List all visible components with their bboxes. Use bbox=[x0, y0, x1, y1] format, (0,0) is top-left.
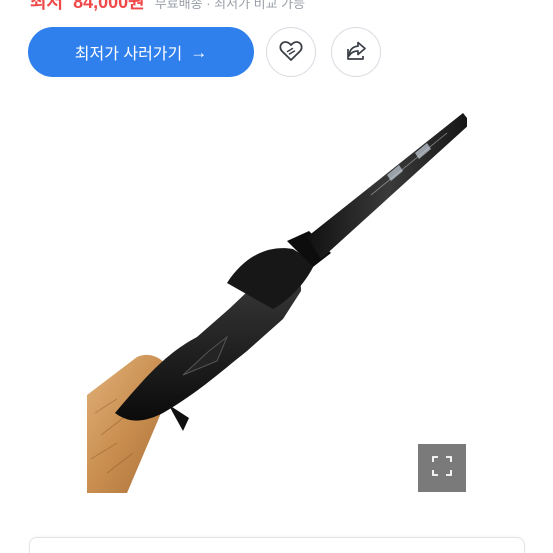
wishlist-button[interactable] bbox=[266, 27, 316, 77]
info-card bbox=[29, 537, 525, 553]
price-label: 최저 bbox=[30, 0, 64, 12]
buy-lowest-price-button[interactable]: 최저가 사러가기 → bbox=[28, 27, 254, 77]
price-value: 84,000원 bbox=[73, 0, 145, 12]
share-icon bbox=[344, 39, 368, 66]
price-note: 무료배송 · 최저가 비교 가능 bbox=[154, 0, 306, 11]
product-detail-page: 최저 84,000원 무료배송 · 최저가 비교 가능 최저가 사러가기 → bbox=[0, 0, 553, 553]
price-row: 최저 84,000원 무료배송 · 최저가 비교 가능 bbox=[30, 0, 305, 12]
share-button[interactable] bbox=[331, 27, 381, 77]
fishing-rod-illustration bbox=[87, 113, 467, 493]
arrow-right-icon: → bbox=[190, 42, 208, 62]
heart-icon bbox=[278, 39, 304, 66]
expand-image-button[interactable] bbox=[418, 444, 466, 492]
buy-lowest-price-label: 최저가 사러가기 bbox=[74, 46, 183, 63]
expand-icon bbox=[431, 455, 453, 482]
product-image[interactable] bbox=[87, 113, 467, 493]
